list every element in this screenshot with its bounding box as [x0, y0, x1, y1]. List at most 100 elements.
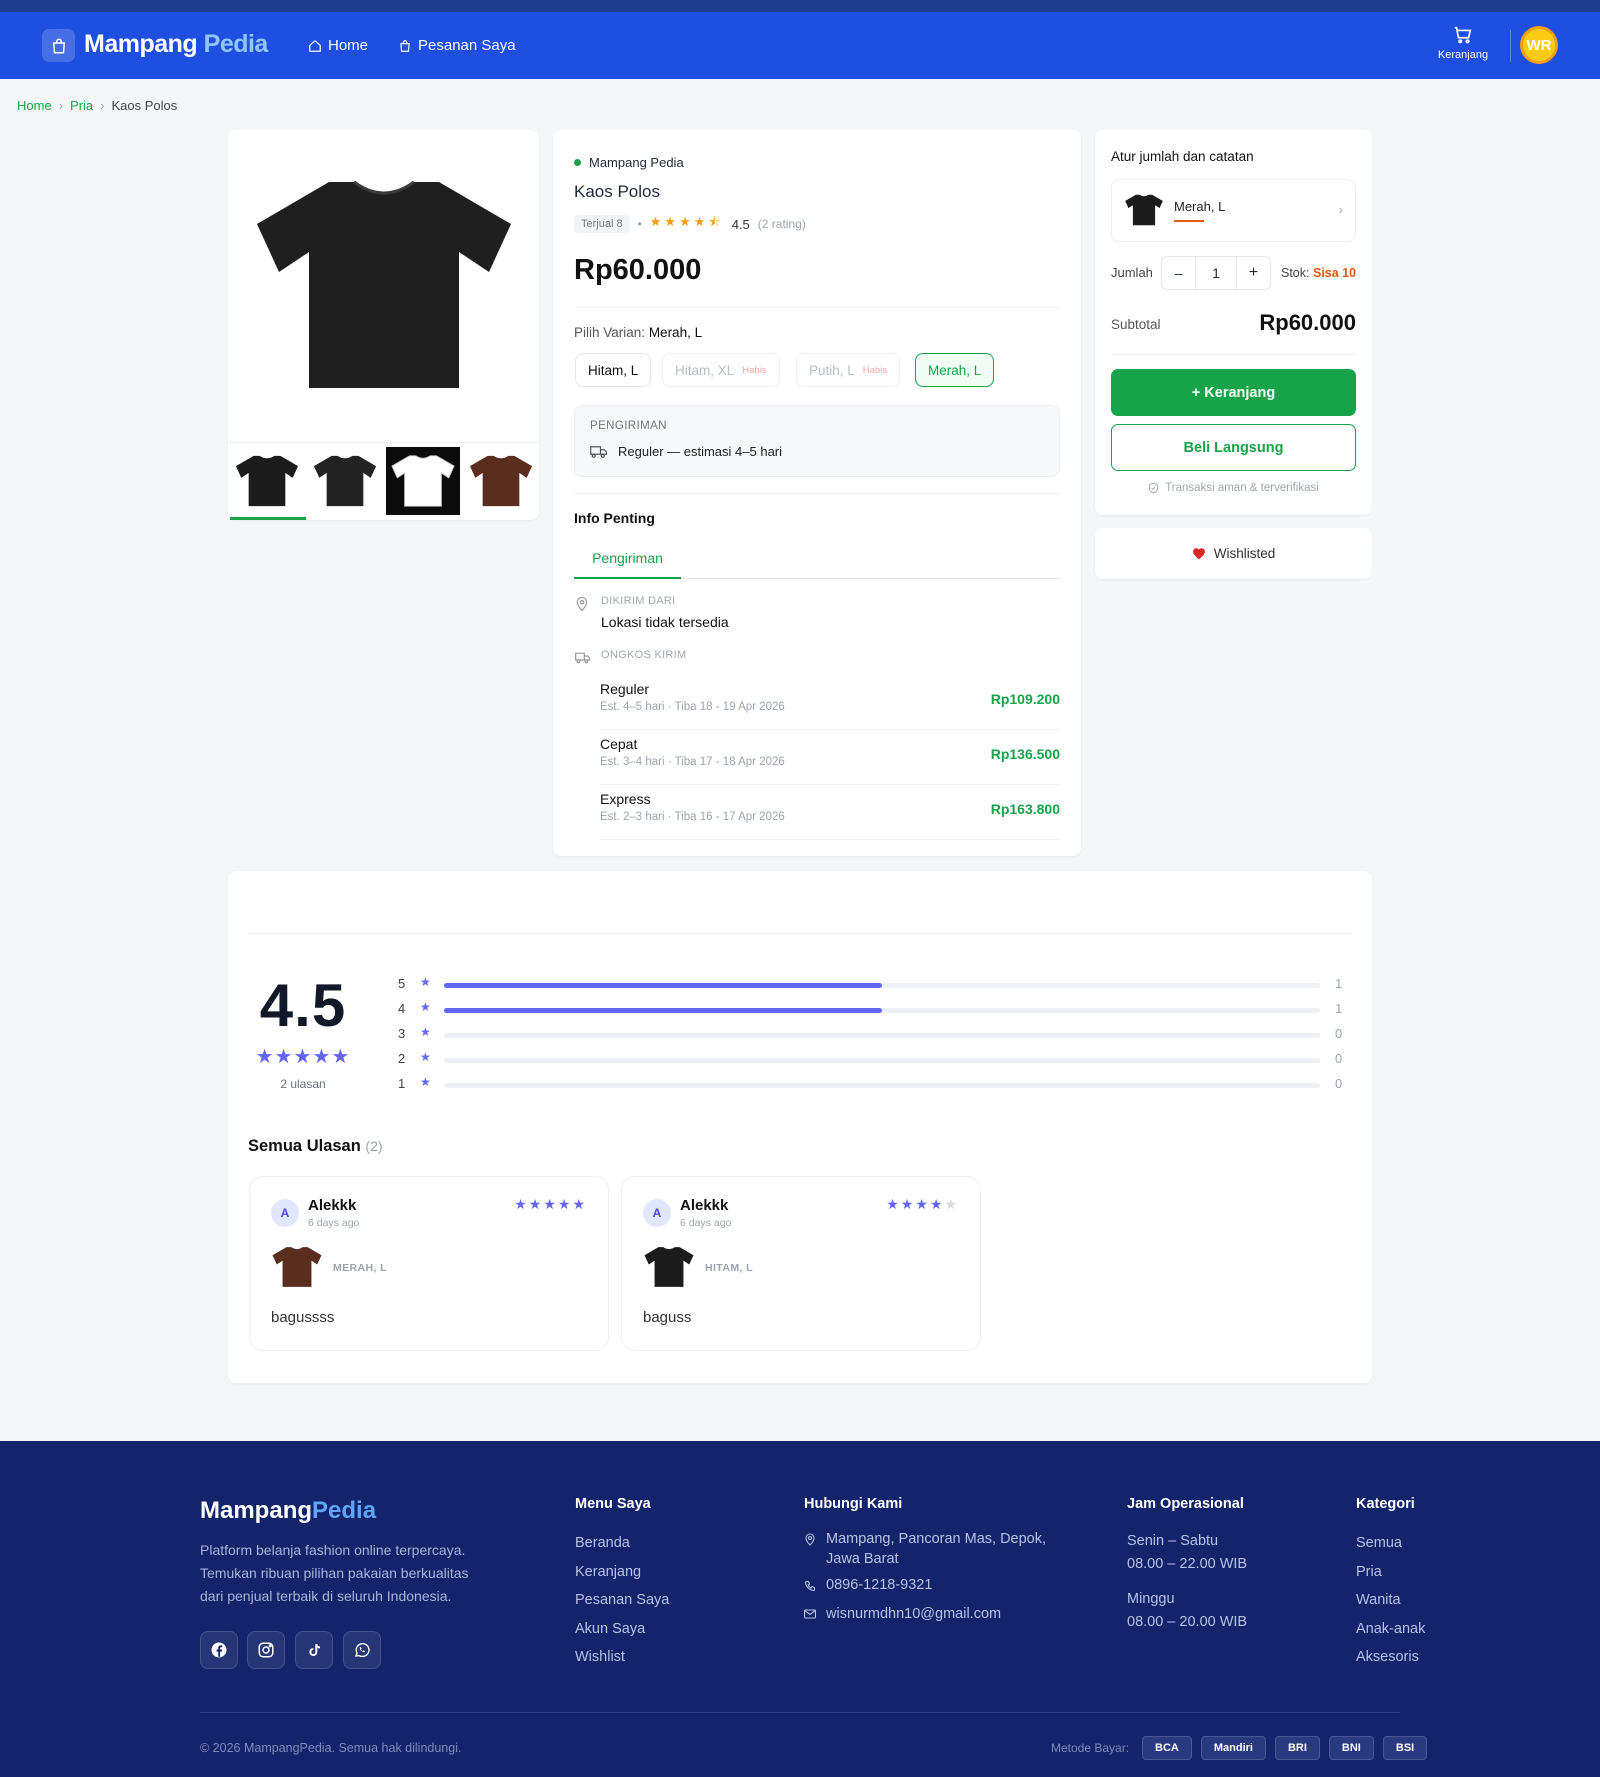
reviewer-name: Alekkk: [308, 1197, 357, 1214]
all-reviews-title: Semua Ulasan (2): [248, 1137, 383, 1155]
shipping-option[interactable]: Cepat Est. 3–4 hari · Tiba 17 - 18 Apr 2…: [600, 730, 1060, 785]
footer-category-aksesoris[interactable]: Aksesoris: [1356, 1643, 1425, 1672]
instagram-icon[interactable]: [247, 1631, 285, 1669]
qty-plus-button[interactable]: +: [1236, 257, 1270, 289]
sold-badge: Terjual 8: [574, 215, 630, 233]
rating-bar-star-label: 1: [398, 1076, 406, 1091]
chevron-right-icon: ›: [1338, 202, 1343, 217]
hours-title: Jam Operasional: [1127, 1496, 1244, 1512]
variant-label: Pilih Varian: Merah, L: [574, 325, 703, 340]
from-label: DIKIRIM DARI: [601, 595, 676, 607]
payment-label: Metode Bayar:: [1051, 1741, 1130, 1755]
footer-link-pesanan[interactable]: Pesanan Saya: [575, 1586, 669, 1615]
qty-minus-button[interactable]: –: [1162, 257, 1196, 289]
footer-link-keranjang[interactable]: Keranjang: [575, 1558, 669, 1587]
breadcrumb-category[interactable]: Pria: [70, 98, 93, 113]
review-card: A Alekkk 6 days ago ★★★★★ HITAM, L bagus…: [621, 1176, 981, 1351]
review-time: 6 days ago: [308, 1217, 360, 1229]
review-variant: HITAM, L: [705, 1262, 753, 1274]
review-text: baguss: [643, 1309, 692, 1326]
footer-category-pria[interactable]: Pria: [1356, 1558, 1425, 1587]
rating-bar-count: 0: [1335, 1076, 1343, 1091]
rating-bar-count: 0: [1335, 1051, 1343, 1066]
footer-link-beranda[interactable]: Beranda: [575, 1529, 669, 1558]
variant-thumb: [1125, 194, 1163, 226]
variant-chip-putih-l[interactable]: Putih, L Habis: [796, 353, 901, 387]
product-thumbnail[interactable]: [308, 447, 382, 515]
breadcrumb-current: Kaos Polos: [111, 98, 178, 113]
chevron-right-icon: ›: [58, 98, 64, 113]
subtotal-label: Subtotal: [1111, 317, 1161, 332]
buy-now-button[interactable]: Beli Langsung: [1111, 424, 1356, 471]
product-thumbnail[interactable]: [386, 447, 460, 515]
product-thumbnail[interactable]: [230, 447, 304, 515]
breadcrumb-home[interactable]: Home: [17, 98, 52, 113]
footer-category-anak[interactable]: Anak-anak: [1356, 1615, 1425, 1644]
brand-logo[interactable]: Mampang Pedia: [84, 30, 268, 59]
variant-chip-merah-l[interactable]: Merah, L: [915, 353, 995, 387]
footer: MampangPedia Platform belanja fashion on…: [0, 1441, 1600, 1777]
from-value: Lokasi tidak tersedia: [601, 614, 729, 630]
menu-title: Menu Saya: [575, 1496, 651, 1512]
review-stars: ★★★★★: [514, 1196, 587, 1212]
variant-chip-hitam-l[interactable]: Hitam, L: [575, 353, 652, 387]
nav-home[interactable]: Home: [308, 37, 368, 54]
qty-input[interactable]: 1: [1196, 257, 1236, 289]
rating-bar-star-label: 5: [398, 976, 406, 991]
avatar[interactable]: WR: [1520, 26, 1558, 64]
star-icon: ★: [420, 975, 431, 989]
location-pin-icon: [576, 597, 588, 612]
bank-badge: BNI: [1328, 1736, 1374, 1760]
footer-category-wanita[interactable]: Wanita: [1356, 1586, 1425, 1615]
rating-count: (2 rating): [757, 217, 806, 231]
rating-bar-row: 2 ★ 0: [398, 1050, 1348, 1070]
footer-phone[interactable]: 0896-1218-9321: [826, 1577, 932, 1593]
rating-bar-star-label: 3: [398, 1026, 406, 1041]
wishlist-button[interactable]: Wishlisted: [1095, 528, 1372, 579]
footer-brand: MampangPedia: [200, 1497, 377, 1524]
review-product-image: [271, 1243, 323, 1296]
product-main-image[interactable]: [249, 180, 519, 390]
shipping-option[interactable]: Reguler Est. 4–5 hari · Tiba 18 - 19 Apr…: [600, 675, 1060, 730]
tiktok-icon[interactable]: [295, 1631, 333, 1669]
reviewer-avatar: A: [271, 1199, 299, 1227]
variant-chip-hitam-xl[interactable]: Hitam, XL Habis: [662, 353, 780, 387]
footer-categories: Semua Pria Wanita Anak-anak Aksesoris: [1356, 1529, 1425, 1672]
shipping-summary: PENGIRIMAN Reguler — estimasi 4–5 hari: [574, 405, 1060, 477]
header: Mampang Pedia Home Pesanan Saya Keranjan…: [0, 12, 1600, 79]
review-count: 2 ulasan: [280, 1077, 326, 1091]
store-name[interactable]: Mampang Pedia: [574, 155, 684, 170]
reviewer-avatar: A: [643, 1199, 671, 1227]
footer-category-semua[interactable]: Semua: [1356, 1529, 1425, 1558]
average-rating: 4.5: [259, 972, 347, 1039]
star-icon: ★: [420, 1000, 431, 1014]
star-icon: ★: [420, 1025, 431, 1039]
whatsapp-icon[interactable]: [343, 1631, 381, 1669]
shipping-option[interactable]: Express Est. 2–3 hari · Tiba 16 - 17 Apr…: [600, 785, 1060, 840]
phone-icon: [804, 1580, 816, 1592]
facebook-icon[interactable]: [200, 1631, 238, 1669]
rating-bar-count: 1: [1335, 1001, 1343, 1016]
rating-bar-fill: [444, 983, 882, 988]
header-divider: [1510, 30, 1511, 62]
cart-button[interactable]: Keranjang: [1430, 24, 1496, 61]
rating-bar-row: 4 ★ 1: [398, 1000, 1348, 1020]
mail-icon: [804, 1609, 816, 1619]
bank-badge: Mandiri: [1200, 1736, 1266, 1760]
payment-methods: BCA Mandiri BRI BNI BSI: [1142, 1736, 1428, 1760]
star-icon: ★: [420, 1050, 431, 1064]
add-to-cart-button[interactable]: + Keranjang: [1111, 369, 1356, 416]
footer-email[interactable]: wisnurmdhn10@gmail.com: [826, 1606, 1001, 1622]
quantity-stepper: – 1 +: [1161, 256, 1271, 290]
selected-variant[interactable]: Merah, L ›: [1111, 179, 1356, 242]
footer-link-akun[interactable]: Akun Saya: [575, 1615, 669, 1644]
tab-shipping[interactable]: Pengiriman: [574, 550, 681, 579]
rating-stars: ★★★★⯪: [649, 214, 724, 229]
product-thumbnail[interactable]: [464, 447, 538, 515]
review-card: A Alekkk 6 days ago ★★★★★ MERAH, L bagus…: [249, 1176, 609, 1351]
cost-label: ONGKOS KIRIM: [601, 649, 687, 661]
footer-link-wishlist[interactable]: Wishlist: [575, 1643, 669, 1672]
shopping-bag-icon[interactable]: [42, 29, 75, 62]
chevron-right-icon: ›: [100, 98, 105, 113]
nav-orders[interactable]: Pesanan Saya: [398, 37, 516, 54]
